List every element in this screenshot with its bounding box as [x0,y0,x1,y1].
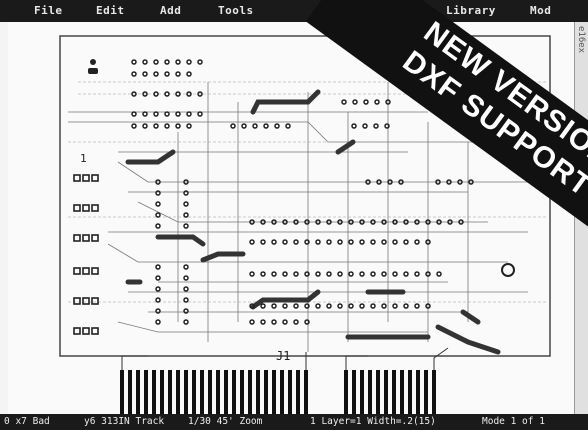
status-zoom: 1/30 45' Zoom [188,416,263,427]
mount-pad [88,68,98,74]
menu-mod[interactable]: Mod [530,4,551,17]
menu-library[interactable]: Library [446,4,496,17]
edge-connector-fingers [120,370,436,414]
status-mode: Mode 1 of 1 [482,416,545,427]
status-coords: 0 x7 Bad [4,416,50,427]
status-bar: 0 x7 Bad y6 313IN Track 1/30 45' Zoom 1 … [0,414,588,430]
mounting-hole [501,263,515,277]
status-layer-width: 1 Layer=1 Width=.2(15) [310,416,436,427]
connector-label-j1: J1 [276,349,290,363]
pin-one-label: 1 [80,152,87,165]
menu-tools[interactable]: Tools [218,4,254,17]
menu-edit[interactable]: Edit [96,4,125,17]
menu-add[interactable]: Add [160,4,181,17]
menu-file[interactable]: File [34,4,63,17]
square-pads [73,174,99,335]
side-label: e16ex [576,26,586,54]
status-track: y6 313IN Track [84,416,165,427]
mount-pad [90,59,96,65]
menu-bar: File Edit Add Tools Library Mod [0,0,588,22]
